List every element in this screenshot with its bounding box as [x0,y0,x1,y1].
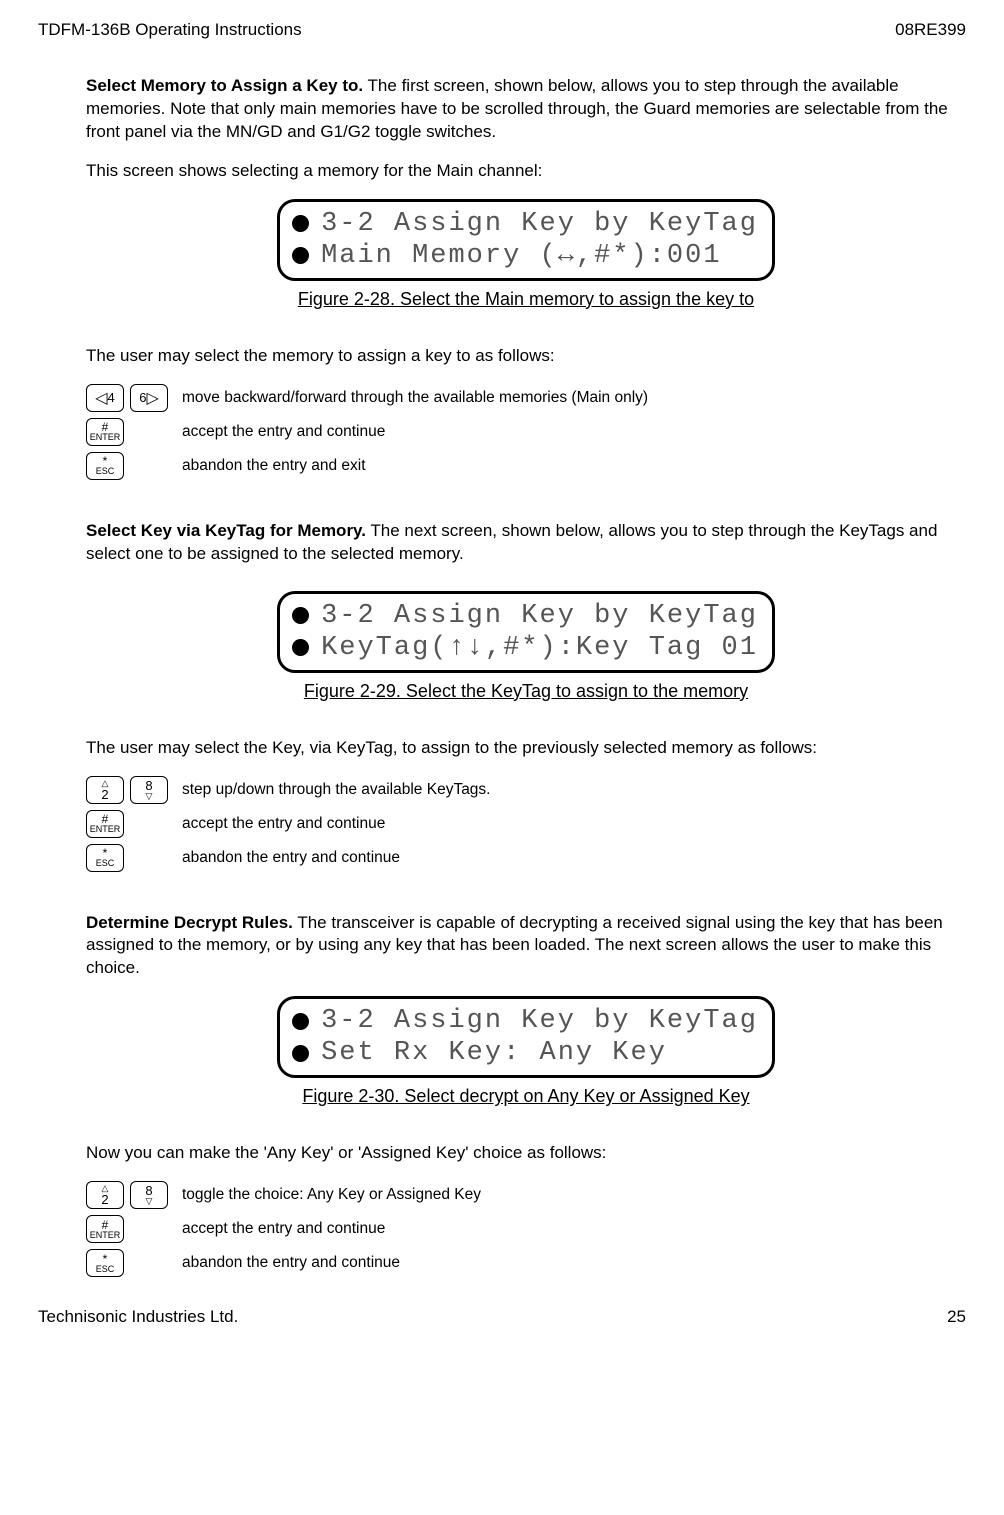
figure-caption-1: Figure 2-28. Select the Main memory to a… [86,289,966,310]
key2-row3-desc: abandon the entry and continue [182,849,400,867]
section1-intro2: This screen shows selecting a memory for… [86,160,966,183]
key1-row2-desc: accept the entry and continue [182,423,385,441]
key3-row3-desc: abandon the entry and continue [182,1254,400,1272]
section3-prompt: Now you can make the 'Any Key' or 'Assig… [86,1142,966,1165]
key-table-1: ◁4 6▷ move backward/forward through the … [86,384,966,480]
key-8-down: 8▽ [130,776,168,804]
section2-title: Select Key via KeyTag for Memory. [86,521,366,540]
key3-row2-desc: accept the entry and continue [182,1220,385,1238]
key-8-label: 8 [145,779,152,792]
figure-caption-3: Figure 2-30. Select decrypt on Any Key o… [86,1086,966,1107]
key-table-2: △2 8▽ step up/down through the available… [86,776,966,872]
key-esc-3: *ESC [86,1249,124,1277]
lcd2-line1: 3-2 Assign Key by KeyTag [321,601,758,631]
lcd3-dot2 [292,1045,309,1062]
section2-para: Select Key via KeyTag for Memory. The ne… [86,520,966,566]
key-2-up: △2 [86,776,124,804]
star-label-3: * [103,1253,108,1265]
key-2-label-b: 2 [101,1193,108,1206]
page-content: Select Memory to Assign a Key to. The fi… [38,75,966,1277]
doc-footer-right: 25 [947,1307,966,1327]
lcd1-dot2 [292,247,309,264]
key-2-up-b: △2 [86,1181,124,1209]
section1-para: Select Memory to Assign a Key to. The fi… [86,75,966,144]
lcd-display-1: 3-2 Assign Key by KeyTag Main Memory (↔,… [86,199,966,281]
key-enter-3: #ENTER [86,1215,124,1243]
lcd3-line1: 3-2 Assign Key by KeyTag [321,1006,758,1036]
key-6-right: 6▷ [130,384,168,412]
key-4-label: 4 [108,390,115,405]
section2-prompt: The user may select the Key, via KeyTag,… [86,737,966,760]
lcd1-line1: 3-2 Assign Key by KeyTag [321,209,758,239]
key-6-label: 6 [139,390,146,405]
key2-row2-desc: accept the entry and continue [182,815,385,833]
esc-label-3: ESC [96,1265,115,1274]
section1-title: Select Memory to Assign a Key to. [86,76,363,95]
section3-title: Determine Decrypt Rules. [86,913,293,932]
lcd2-dot1 [292,607,309,624]
lcd-display-2: 3-2 Assign Key by KeyTag KeyTag(↑↓,#*):K… [86,591,966,673]
key3-row1-desc: toggle the choice: Any Key or Assigned K… [182,1186,481,1204]
key-4-left: ◁4 [86,384,124,412]
key-2-label: 2 [101,788,108,801]
doc-footer-left: Technisonic Industries Ltd. [38,1307,238,1327]
lcd1-dot1 [292,215,309,232]
key-esc-2: *ESC [86,844,124,872]
doc-header-right: 08RE399 [895,20,966,40]
key-esc: *ESC [86,452,124,480]
key1-row3-desc: abandon the entry and exit [182,457,366,475]
key-enter: #ENTER [86,418,124,446]
enter-label-2: ENTER [90,825,121,834]
lcd2-dot2 [292,639,309,656]
lcd3-dot1 [292,1013,309,1030]
esc-label-2: ESC [96,859,115,868]
doc-header-left: TDFM-136B Operating Instructions [38,20,302,40]
hash-label-3: # [102,1219,109,1231]
key1-row1-desc: move backward/forward through the availa… [182,389,648,407]
section1-prompt: The user may select the memory to assign… [86,345,966,368]
enter-label-3: ENTER [90,1231,121,1240]
key2-row1-desc: step up/down through the available KeyTa… [182,781,491,799]
figure-caption-2: Figure 2-29. Select the KeyTag to assign… [86,681,966,702]
lcd1-line2: Main Memory (↔,#*):001 [321,241,721,271]
lcd3-line2: Set Rx Key: Any Key [321,1038,667,1068]
key-table-3: △2 8▽ toggle the choice: Any Key or Assi… [86,1181,966,1277]
key-enter-2: #ENTER [86,810,124,838]
key-8-down-b: 8▽ [130,1181,168,1209]
lcd-display-3: 3-2 Assign Key by KeyTag Set Rx Key: Any… [86,996,966,1078]
esc-label: ESC [96,467,115,476]
lcd2-line2: KeyTag(↑↓,#*):Key Tag 01 [321,633,758,663]
enter-label: ENTER [90,433,121,442]
section3-para: Determine Decrypt Rules. The transceiver… [86,912,966,981]
